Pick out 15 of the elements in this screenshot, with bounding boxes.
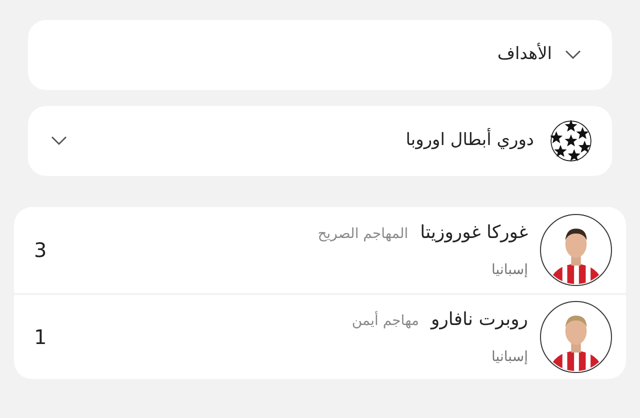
- star-ball-icon: [550, 120, 592, 162]
- filter-dropdown[interactable]: الأهداف: [28, 20, 612, 90]
- player-country: إسبانيا: [490, 348, 528, 367]
- filter-label: الأهداف: [497, 42, 552, 66]
- chevron-down-icon: [50, 136, 68, 146]
- competition-dropdown[interactable]: دوري أبطال اوروبا: [28, 106, 612, 176]
- player-name: روبرت نافارو: [431, 308, 528, 332]
- chevron-down-icon: [564, 50, 582, 60]
- goals-count: 3: [34, 237, 47, 264]
- competition-name: دوري أبطال اوروبا: [404, 128, 534, 152]
- player-position: المهاجم الصريح: [318, 225, 408, 244]
- player-position: مهاجم أيمن: [352, 311, 420, 331]
- player-country: إسبانيا: [490, 261, 528, 280]
- goals-count: 1: [34, 324, 47, 351]
- player-name: غوركا غوروزيتا: [420, 221, 528, 245]
